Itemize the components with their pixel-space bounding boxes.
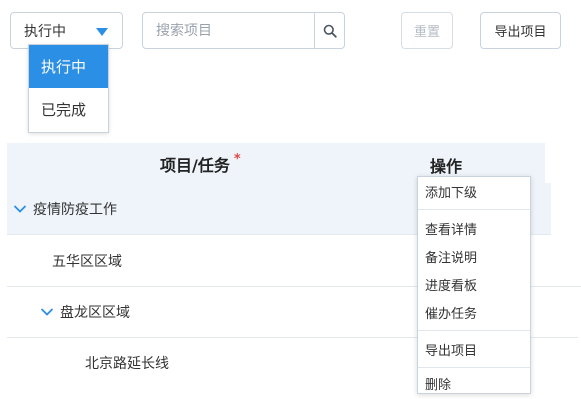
menu-divider <box>418 330 530 331</box>
search-input[interactable] <box>143 13 314 48</box>
row-label: 五华区区域 <box>52 253 122 270</box>
row-label: 盘龙区区域 <box>60 304 130 321</box>
menu-item-delete[interactable]: 删除 <box>418 372 530 394</box>
chevron-down-icon[interactable] <box>40 307 54 317</box>
status-option-completed[interactable]: 已完成 <box>29 88 108 131</box>
menu-item-export-project[interactable]: 导出项目 <box>418 335 530 363</box>
chevron-down-icon[interactable] <box>13 204 27 214</box>
column-header-action: 操作 <box>430 157 463 176</box>
menu-item-urge-task[interactable]: 催办任务 <box>418 298 530 326</box>
row-label: 北京路延长线 <box>85 355 169 372</box>
column-header-project: 项目/任务 * <box>160 152 241 175</box>
menu-item-progress-board[interactable]: 进度看板 <box>418 270 530 298</box>
status-option-in-progress[interactable]: 执行中 <box>29 45 108 88</box>
menu-item-view-details[interactable]: 查看详情 <box>418 214 530 242</box>
menu-divider <box>418 367 530 368</box>
row-action-menu: 添加下级 查看详情 备注说明 进度看板 催办任务 导出项目 删除 <box>417 176 531 394</box>
search-button[interactable] <box>314 13 344 48</box>
menu-item-remarks[interactable]: 备注说明 <box>418 242 530 270</box>
caret-down-icon <box>96 28 108 36</box>
status-select-value: 执行中 <box>24 23 66 40</box>
required-mark: * <box>233 152 241 167</box>
export-project-button[interactable]: 导出项目 <box>480 12 561 49</box>
status-dropdown: 执行中 已完成 <box>28 44 109 133</box>
search-icon <box>323 24 337 38</box>
menu-item-add-child[interactable]: 添加下级 <box>418 177 530 205</box>
menu-divider <box>418 209 530 210</box>
search-box <box>142 12 345 49</box>
row-label: 疫情防疫工作 <box>33 201 117 218</box>
reset-button[interactable]: 重置 <box>401 12 453 49</box>
